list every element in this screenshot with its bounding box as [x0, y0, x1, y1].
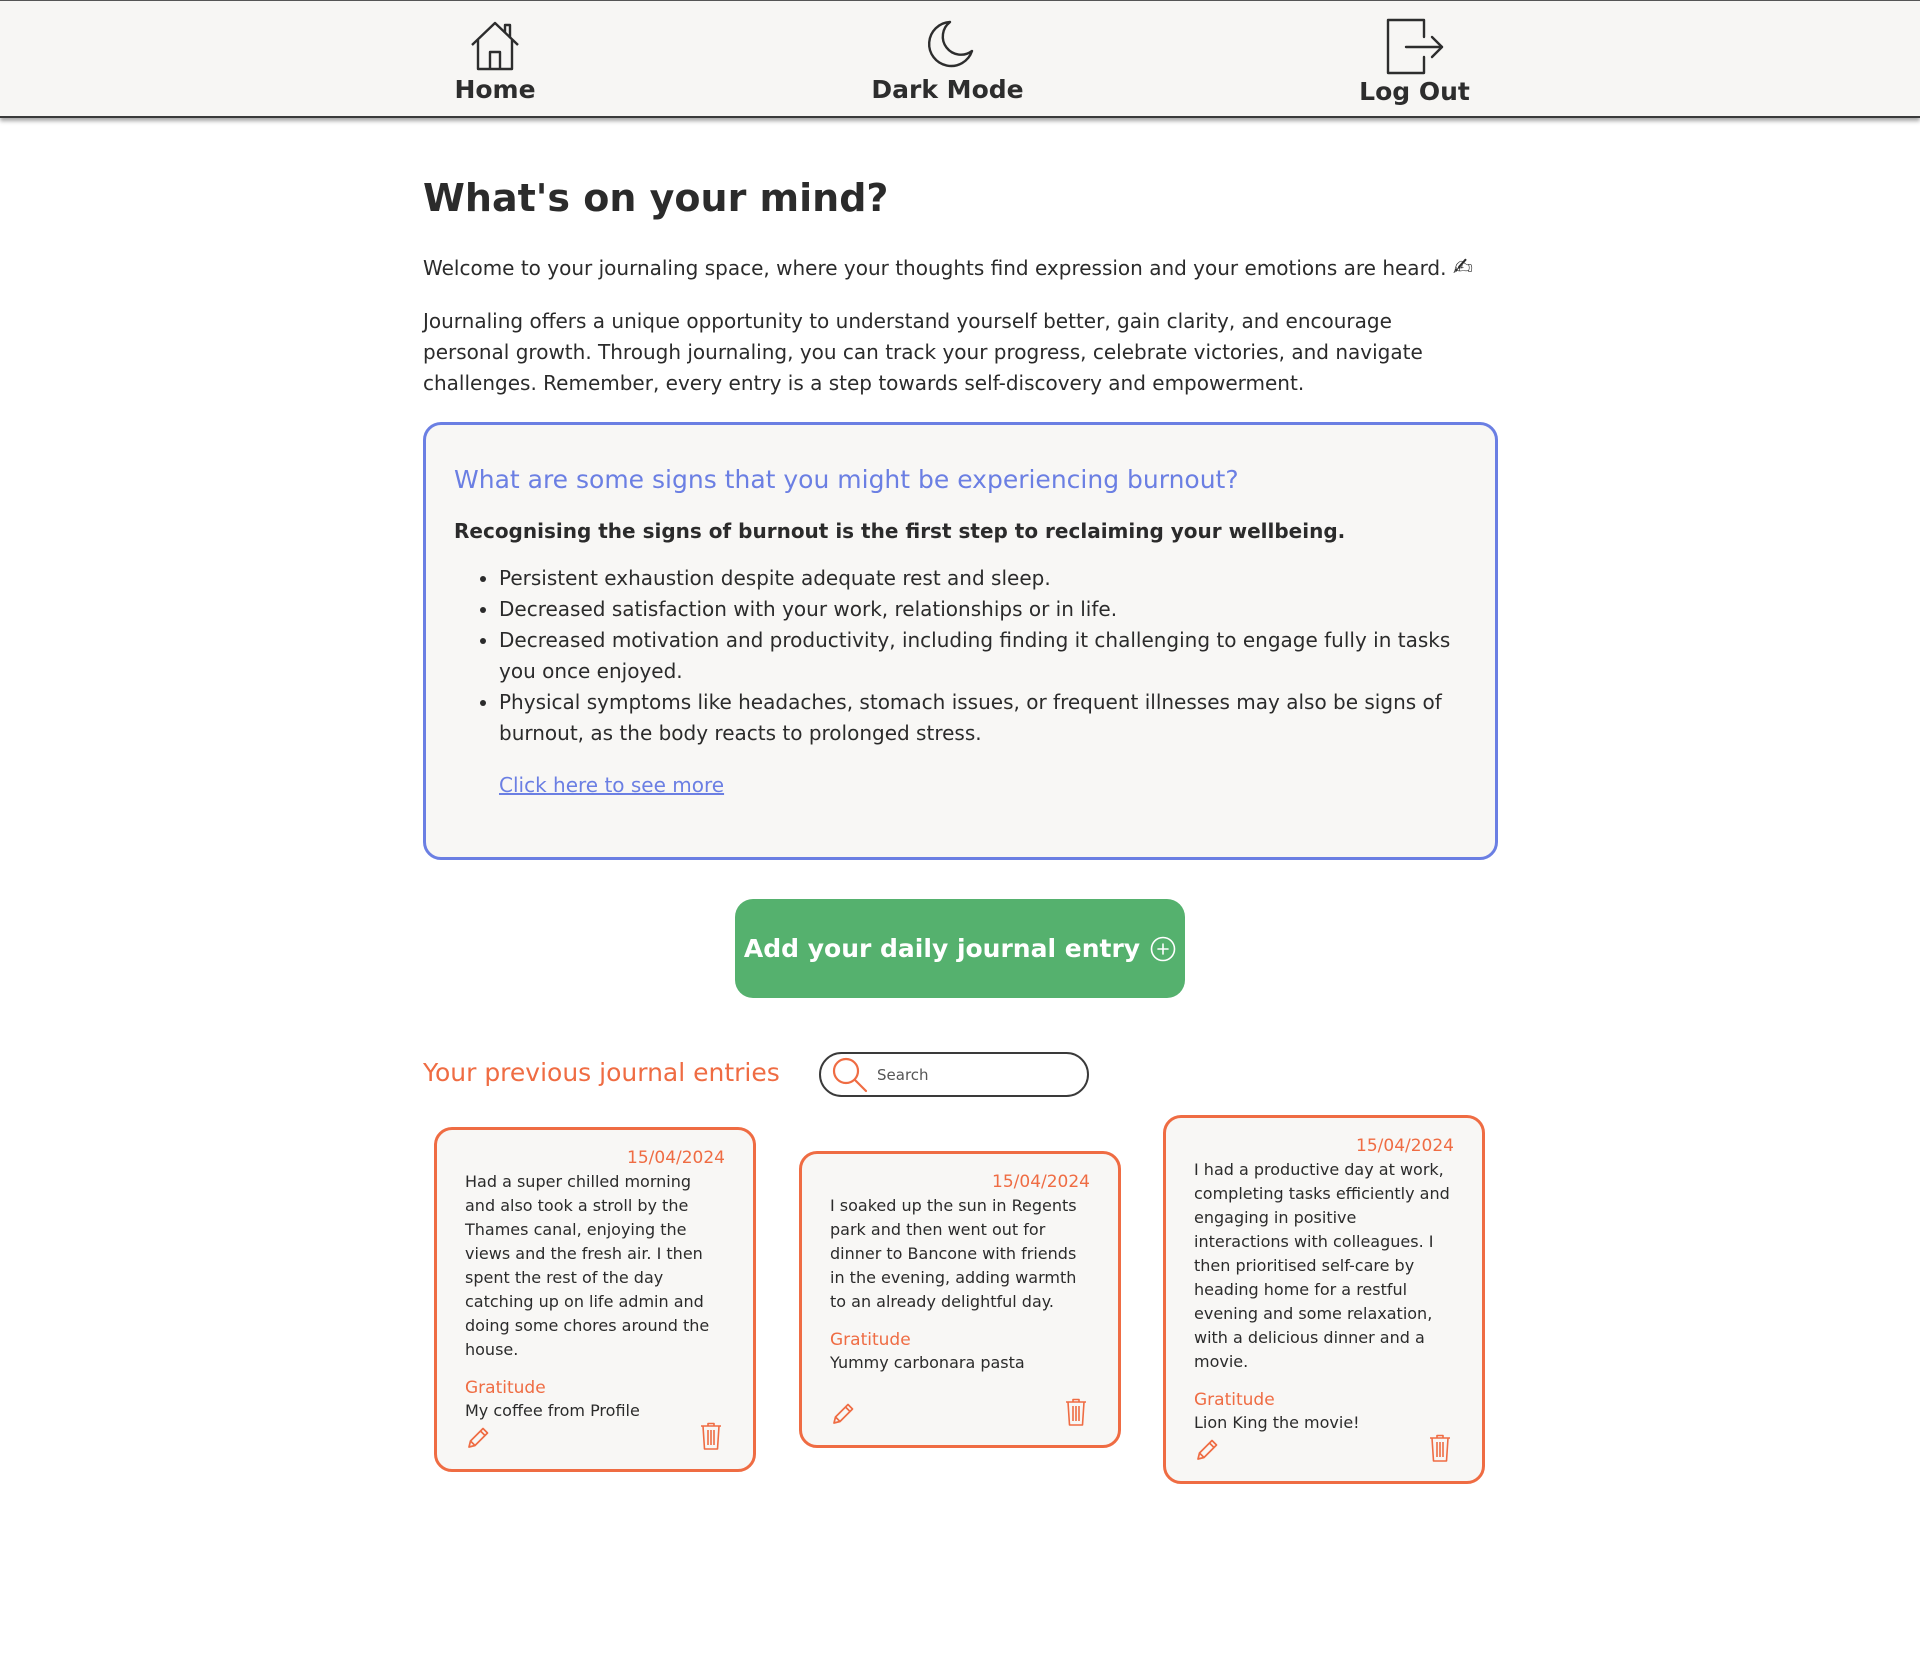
list-item: Decreased satisfaction with your work, r…: [499, 594, 1467, 625]
nav-dark-mode-label: Dark Mode: [871, 75, 1024, 104]
intro-text: Welcome to your journaling space, where …: [423, 252, 1473, 284]
journal-entry-card: 15/04/2024 Had a super chilled morning a…: [434, 1127, 756, 1472]
gratitude-text: Yummy carbonara pasta: [830, 1353, 1025, 1372]
house-icon: [471, 21, 519, 71]
entry-date: 15/04/2024: [1356, 1136, 1454, 1156]
see-more-link[interactable]: Click here to see more: [499, 773, 724, 797]
entry-date: 15/04/2024: [992, 1172, 1090, 1192]
moon-icon: [927, 20, 973, 68]
journal-entry-card: 15/04/2024 I soaked up the sun in Regent…: [799, 1151, 1121, 1448]
entry-actions: [830, 1395, 1090, 1427]
journal-entry-card: 15/04/2024 I had a productive day at wor…: [1163, 1115, 1485, 1484]
gratitude-label: Gratitude: [1194, 1390, 1275, 1410]
entry-text: I soaked up the sun in Regents park and …: [830, 1196, 1077, 1311]
add-entry-label: Add your daily journal entry: [743, 934, 1141, 963]
page-title: What's on your mind?: [423, 176, 889, 220]
trash-icon[interactable]: [1064, 1397, 1088, 1427]
info-title: What are some signs that you might be ex…: [454, 465, 1239, 494]
gratitude-label: Gratitude: [830, 1330, 911, 1350]
list-item: Physical symptoms like headaches, stomac…: [499, 687, 1467, 749]
list-item: Persistent exhaustion despite adequate r…: [499, 563, 1467, 594]
entry-text: I had a productive day at work, completi…: [1194, 1160, 1450, 1371]
gratitude-label: Gratitude: [465, 1378, 546, 1398]
intro-sentence: Welcome to your journaling space, where …: [423, 256, 1447, 280]
entry-date: 15/04/2024: [627, 1148, 725, 1168]
info-subtitle: Recognising the signs of burnout is the …: [454, 519, 1346, 543]
previous-entries-title: Your previous journal entries: [423, 1058, 780, 1087]
top-navbar: Home Dark Mode Log Out: [0, 0, 1920, 118]
entry-text: Had a super chilled morning and also too…: [465, 1172, 710, 1359]
pencil-icon[interactable]: [1194, 1437, 1220, 1463]
burnout-info-box: What are some signs that you might be ex…: [423, 422, 1498, 860]
nav-dark-mode-button[interactable]: Dark Mode: [870, 17, 1025, 104]
pencil-icon[interactable]: [465, 1425, 491, 1451]
nav-home-button[interactable]: Home: [454, 17, 536, 104]
list-item: Decreased motivation and productivity, i…: [499, 625, 1467, 687]
search-input[interactable]: [875, 1064, 1075, 1085]
writing-hand-icon: ✍: [1452, 253, 1473, 281]
intro-description: Journaling offers a unique opportunity t…: [423, 309, 1423, 395]
nav-home-label: Home: [454, 75, 536, 104]
nav-logout-label: Log Out: [1359, 77, 1470, 106]
trash-icon[interactable]: [1428, 1433, 1452, 1463]
search-icon: [832, 1057, 868, 1092]
entry-actions: [465, 1419, 725, 1451]
pencil-icon[interactable]: [830, 1401, 856, 1427]
add-journal-entry-button[interactable]: Add your daily journal entry: [735, 899, 1185, 998]
plus-circle-icon: [1150, 936, 1176, 961]
entry-actions: [1194, 1431, 1454, 1463]
burnout-signs-list: Persistent exhaustion despite adequate r…: [454, 563, 1467, 749]
trash-icon[interactable]: [699, 1421, 723, 1451]
nav-logout-button[interactable]: Log Out: [1357, 17, 1472, 106]
search-field[interactable]: [819, 1052, 1089, 1097]
logout-icon: [1386, 18, 1443, 75]
